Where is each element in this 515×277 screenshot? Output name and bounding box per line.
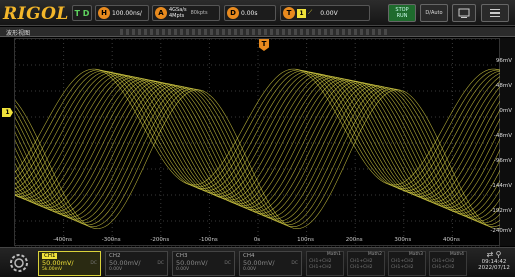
horizontal-tick-label: -400ns	[53, 237, 73, 243]
vertical-tick-label: -240mV	[490, 228, 512, 234]
menu-icon	[490, 7, 500, 20]
status-icons: ⇄ ⚲	[486, 250, 502, 259]
horizontal-tick-label: -300ns	[101, 237, 121, 243]
channel-scale: 50.00mV/	[176, 259, 208, 267]
screen-icon	[458, 8, 470, 18]
horizontal-tick-label: 100ns	[297, 237, 315, 243]
home-gear-icon[interactable]	[8, 252, 30, 274]
status-clock: ⇄ ⚲ 09:14:42 2022/07/12	[474, 250, 514, 277]
channel-box-ch1[interactable]: CH1 50.00mV/ 5k.00mV DC	[38, 251, 101, 276]
horizontal-badge: H	[98, 7, 110, 19]
ch1-offset-marker[interactable]: 1	[2, 108, 13, 117]
channel-box-ch2[interactable]: CH2 50.00mV/ 0.00V DC	[105, 251, 168, 276]
waveform-window-titlebar[interactable]: 波形视图	[0, 27, 515, 37]
math-expression: CH1+CH2	[432, 259, 455, 264]
channel-scale: 50.00mV/	[243, 259, 275, 267]
channel-offset: 0.00V	[109, 267, 123, 272]
math-expression-2: CH1+CH2	[350, 265, 373, 270]
horizontal-tick-label: 200ns	[345, 237, 363, 243]
titlebar-drag-handle[interactable]	[120, 29, 390, 35]
math-name: Math4	[449, 252, 464, 257]
trigger-badge: T	[283, 7, 295, 19]
math-expression-2: CH1+CH2	[391, 265, 414, 270]
channel-box-ch3[interactable]: CH3 50.00mV/ 0.00V DC	[172, 251, 235, 276]
channel-offset: 0.00V	[176, 267, 190, 272]
menu-button[interactable]	[481, 4, 509, 22]
math-expression-2: CH1+CH2	[432, 265, 455, 270]
horizontal-tick-label: -100ns	[198, 237, 218, 243]
window-title: 波形视图	[6, 30, 31, 37]
channel-box-ch4[interactable]: CH4 50.00mV/ 0.00V DC	[239, 251, 302, 276]
vertical-tick-label: -144mV	[490, 183, 512, 189]
vertical-tick-label: 48mV	[495, 83, 512, 89]
clock-date: 2022/07/12	[478, 265, 510, 271]
acquire-badge: A	[155, 7, 167, 19]
waveform-trace	[15, 88, 501, 228]
math-expression: CH1+CH2	[350, 259, 373, 264]
math-box-4[interactable]: Math4 CH1+CH2 CH1+CH2	[429, 251, 467, 276]
math-box-1[interactable]: Math1 CH1+CH2 CH1+CH2	[306, 251, 344, 276]
vertical-scale-strip	[500, 38, 515, 246]
channel-coupling: DC	[90, 261, 97, 266]
ch1-waveform-traces	[15, 68, 501, 230]
vertical-tick-label: -48mV	[493, 133, 512, 139]
acquire-box[interactable]: A 4GSa/s 4Mpts 80kpts	[152, 5, 220, 21]
math-expression-2: CH1+CH2	[309, 265, 332, 270]
top-status-bar: RIGOL T D H 100.00ns/ A 4GSa/s 4Mpts 80k…	[0, 0, 515, 26]
channel-offset: 0.00V	[243, 267, 257, 272]
rising-edge-icon: ⟋	[308, 9, 313, 16]
timebase-value: 100.00ns/	[112, 9, 142, 17]
bottom-channel-bar: CH1 50.00mV/ 5k.00mV DC CH2 50.00mV/ 0.0…	[0, 247, 515, 277]
delay-box[interactable]: D 0.00s	[224, 5, 276, 21]
horizontal-tick-label: -200ns	[150, 237, 170, 243]
rigol-logo: RIGOL	[3, 4, 69, 24]
acquire-rate: 80kpts	[190, 10, 208, 16]
vertical-tick-label: 0mV	[499, 108, 512, 114]
memory-depth: 4Mpts	[169, 13, 185, 19]
math-expression: CH1+CH2	[309, 259, 332, 264]
math-box-3[interactable]: Math3 CH1+CH2 CH1+CH2	[388, 251, 426, 276]
math-name: Math1	[326, 252, 341, 257]
utility-button[interactable]	[452, 4, 476, 22]
run-mode-indicator[interactable]: T D	[72, 5, 92, 21]
horizontal-timebase-box[interactable]: H 100.00ns/	[95, 5, 149, 21]
vertical-tick-label: -192mV	[490, 208, 512, 214]
waveform-canvas	[15, 39, 501, 247]
math-expression: CH1+CH2	[391, 259, 414, 264]
channel-scale: 50.00mV/	[42, 259, 74, 267]
horizontal-tick-label: 300ns	[394, 237, 412, 243]
delay-badge: D	[227, 7, 239, 19]
trigger-source: 1	[297, 8, 306, 18]
channel-offset: 5k.00mV	[42, 267, 63, 272]
math-box-2[interactable]: Math2 CH1+CH2 CH1+CH2	[347, 251, 385, 276]
horizontal-tick-label: 0s	[253, 237, 261, 243]
horizontal-tick-label: 400ns	[442, 237, 460, 243]
trigger-level: 0.00V	[320, 9, 338, 17]
channel-coupling: DC	[157, 261, 164, 266]
channel-scale: 50.00mV/	[109, 259, 141, 267]
math-name: Math2	[367, 252, 382, 257]
run-stop-button[interactable]: STOP RUN	[388, 4, 416, 22]
channel-coupling: DC	[291, 261, 298, 266]
auto-button[interactable]: D/Auto	[420, 4, 448, 22]
vertical-tick-label: 96mV	[495, 58, 512, 64]
vertical-tick-label: -96mV	[493, 158, 512, 164]
trigger-box[interactable]: T 1 ⟋ 0.00V	[280, 5, 370, 21]
waveform-display[interactable]	[14, 38, 501, 247]
math-name: Math3	[408, 252, 423, 257]
channel-coupling: DC	[224, 261, 231, 266]
delay-value: 0.00s	[241, 9, 258, 17]
